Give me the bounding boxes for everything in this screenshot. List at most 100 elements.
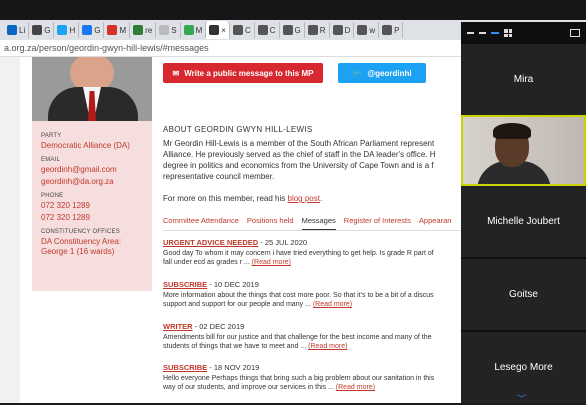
- message-date: - 18 NOV 2019: [207, 363, 260, 372]
- browser-tab[interactable]: w: [354, 22, 380, 38]
- participant-tile[interactable]: Goitse: [461, 259, 586, 330]
- office-link[interactable]: DA Constituency Area: George 1 (16 wards…: [41, 237, 143, 257]
- browser-tab[interactable]: C: [255, 22, 280, 38]
- message-body: students of things that we have to meet …: [163, 343, 309, 350]
- browser-tab[interactable]: M: [181, 22, 207, 38]
- site-icon: [133, 25, 144, 35]
- site-icon: [32, 25, 43, 35]
- browser-tab[interactable]: M: [104, 22, 131, 38]
- chevron-down-icon[interactable]: ﹀: [517, 392, 526, 405]
- message-body: More information about the things that c…: [163, 292, 434, 299]
- phone-link[interactable]: 072 320 1289: [41, 201, 143, 211]
- gallery-view-icon[interactable]: [504, 29, 512, 37]
- browser-tab[interactable]: C: [230, 22, 255, 38]
- blog-line: For more on this member, read his blog p…: [163, 194, 323, 203]
- mp-photo: [32, 57, 152, 121]
- member-tabs: Committee Attendance Positions held Mess…: [163, 216, 483, 231]
- browser-tab[interactable]: D: [330, 22, 355, 38]
- browser-tab[interactable]: R: [305, 22, 330, 38]
- site-icon: [357, 25, 368, 35]
- browser-tab-active[interactable]: ×: [206, 21, 230, 39]
- message-date: - 02 DEC 2019: [192, 322, 245, 331]
- drive-icon: [183, 25, 194, 35]
- phone-label: PHONE: [41, 193, 64, 199]
- message-title-link[interactable]: SUBSCRIBE: [163, 280, 207, 289]
- message-date: - 25 JUL 2020: [258, 238, 308, 247]
- twitter-button[interactable]: 🐦 @geordinhl: [338, 63, 426, 83]
- page-content: PARTY Democratic Alliance (DA) EMAIL geo…: [20, 57, 490, 403]
- message-body: way of our students, and improve our ser…: [163, 384, 336, 391]
- participant-name: Lesego More: [494, 362, 553, 373]
- message-title-link[interactable]: URGENT ADVICE NEEDED: [163, 238, 258, 247]
- video-call-panel: Mira Michelle Joubert Goitse Lesego More…: [461, 22, 586, 405]
- email-label: EMAIL: [41, 157, 61, 163]
- minimize-icon[interactable]: [467, 32, 474, 34]
- hide-video-icon[interactable]: [479, 32, 486, 34]
- envelope-icon: ✉: [172, 68, 180, 78]
- offices-label: CONSTITUENCY OFFICES: [41, 229, 120, 235]
- participant-tile[interactable]: Michelle Joubert: [461, 186, 586, 257]
- party-link[interactable]: Democratic Alliance (DA): [41, 141, 143, 151]
- message-item: URGENT ADVICE NEEDED - 25 JUL 2020 Good …: [163, 238, 483, 267]
- browser-tab[interactable]: Li: [4, 22, 30, 38]
- screen-top-bar: [0, 0, 586, 20]
- message-item: SUBSCRIBE - 18 NOV 2019 Hello everyone P…: [163, 363, 483, 392]
- video-person-hair: [493, 123, 531, 139]
- message-body: support and support for our people and m…: [163, 301, 313, 308]
- profile-sidebar: PARTY Democratic Alliance (DA) EMAIL geo…: [32, 121, 152, 291]
- site-icon: [332, 25, 343, 35]
- read-more-link[interactable]: (Read more): [336, 384, 375, 391]
- facebook-icon: [82, 25, 93, 35]
- browser-tab[interactable]: re: [130, 22, 157, 38]
- site-icon: [282, 25, 293, 35]
- message-body: Hello everyone Perhaps things that bring…: [163, 375, 435, 382]
- site-icon: [159, 25, 170, 35]
- read-more-link[interactable]: (Read more): [313, 301, 352, 308]
- tab-register-of-interests[interactable]: Register of Interests: [344, 216, 411, 230]
- participant-tile[interactable]: Mira: [461, 44, 586, 115]
- browser-tab[interactable]: P: [379, 22, 404, 38]
- browser-tab[interactable]: G: [79, 22, 105, 38]
- linkedin-icon: [7, 25, 17, 35]
- message-title-link[interactable]: SUBSCRIBE: [163, 363, 207, 372]
- phone-link[interactable]: 072 320 1289: [41, 213, 143, 223]
- view-toggle-icon[interactable]: [491, 32, 499, 34]
- site-icon: [382, 25, 393, 35]
- read-more-link[interactable]: (Read more): [308, 343, 347, 350]
- tab-positions-held[interactable]: Positions held: [247, 216, 294, 230]
- message-body: Good day To whom it may concern i have t…: [163, 250, 434, 257]
- site-icon: [257, 25, 268, 35]
- participant-name: Michelle Joubert: [487, 216, 560, 227]
- site-icon: [232, 25, 243, 35]
- participant-name: Mira: [513, 74, 534, 85]
- participant-tile-video[interactable]: [461, 115, 586, 186]
- browser-tab[interactable]: H: [54, 22, 80, 38]
- browser-tab[interactable]: S: [156, 22, 181, 38]
- tab-committee-attendance[interactable]: Committee Attendance: [163, 216, 239, 230]
- message-item: SUBSCRIBE - 10 DEC 2019 More information…: [163, 280, 483, 309]
- gmail-icon: [107, 25, 118, 35]
- message-item: WRITER - 02 DEC 2019 Amendments bill for…: [163, 322, 483, 351]
- message-body: Amendments bill for our justice and that…: [163, 334, 432, 341]
- tab-appearances[interactable]: Appearan: [419, 216, 452, 230]
- read-more-link[interactable]: (Read more): [252, 259, 291, 266]
- email-link[interactable]: geordinh@gmail.com: [41, 165, 143, 175]
- blog-post-link[interactable]: blog post: [288, 194, 320, 203]
- message-title-link[interactable]: WRITER: [163, 322, 193, 331]
- email-link[interactable]: geordinh@da.org.za: [41, 177, 143, 187]
- message-body: fall under ecd as grades r ...: [163, 259, 252, 266]
- party-label: PARTY: [41, 133, 62, 139]
- write-message-button[interactable]: ✉ Write a public message to this MP: [163, 63, 323, 83]
- message-date: - 10 DEC 2019: [207, 280, 259, 289]
- browser-tab[interactable]: G: [29, 22, 55, 38]
- exit-minimized-icon[interactable]: [570, 29, 580, 37]
- about-text: Mr Geordin Hill-Lewis is a member of the…: [163, 139, 436, 181]
- twitter-bird-icon: 🐦: [352, 68, 363, 78]
- video-panel-toolbar: [461, 22, 586, 44]
- tab-messages[interactable]: Messages: [301, 216, 336, 230]
- participant-name: Goitse: [509, 289, 538, 300]
- about-heading: ABOUT GEORDIN GWYN HILL-LEWIS: [163, 125, 313, 134]
- browser-tab[interactable]: G: [280, 22, 305, 38]
- close-icon[interactable]: ×: [221, 26, 226, 35]
- twitter-icon: [57, 25, 68, 35]
